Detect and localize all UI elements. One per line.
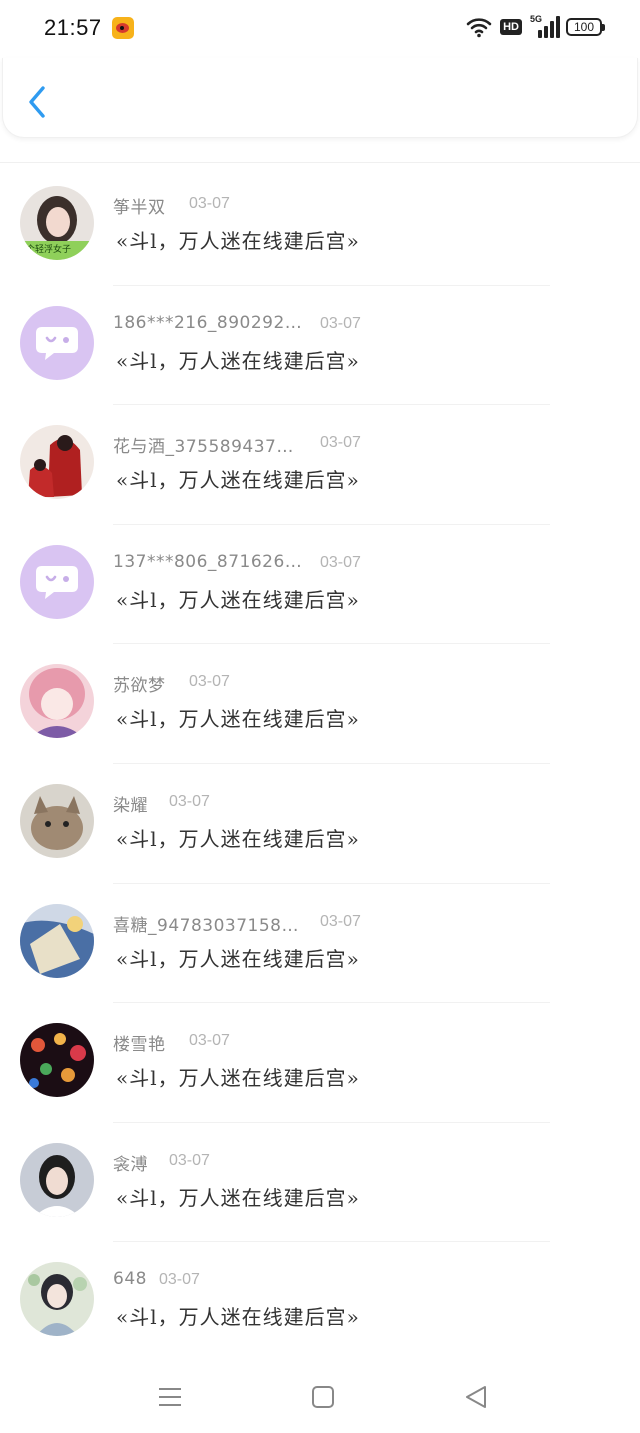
back-triangle-icon[interactable] — [461, 1382, 491, 1412]
avatar[interactable]: 个轻浮女子 — [20, 186, 94, 260]
contact-row[interactable]: 衾溥 03-07 «斗l，万人迷在线建后宫» — [0, 1123, 640, 1243]
avatar[interactable] — [20, 664, 94, 739]
contact-name: 衾溥 — [113, 1154, 148, 1175]
message-preview: «斗l，万人迷在线建后宫» — [116, 1066, 360, 1091]
message-date: 03-07 — [169, 792, 210, 810]
message-date: 03-07 — [320, 314, 361, 332]
wifi-icon — [466, 18, 492, 38]
message-preview: «斗l，万人迷在线建后宫» — [116, 348, 360, 373]
status-bar: 21:57 HD 5G 100 — [0, 0, 640, 58]
message-date: 03-07 — [189, 195, 230, 212]
chat-bubble-icon[interactable] — [20, 305, 94, 380]
message-date: 03-07 — [320, 912, 361, 930]
home-icon[interactable] — [308, 1382, 338, 1412]
message-date: 03-07 — [320, 434, 361, 452]
message-preview: «斗l，万人迷在线建后宫» — [116, 1305, 360, 1330]
signal-icon: 5G — [530, 14, 560, 38]
contact-row[interactable]: 186***216_890292… 03-07 «斗l，万人迷在线建后宫» — [0, 286, 640, 406]
message-preview: «斗l，万人迷在线建后宫» — [116, 1185, 360, 1210]
header-divider — [0, 162, 640, 163]
contact-row[interactable]: 137***806_871626… 03-07 «斗l，万人迷在线建后宫» — [0, 525, 640, 645]
contact-name: 楼雪艳 — [113, 1035, 166, 1056]
contact-row[interactable]: 花与酒_375589437… 03-07 «斗l，万人迷在线建后宫» — [0, 405, 640, 525]
contact-name: 137***806_871626… — [113, 551, 303, 572]
message-preview: «斗l，万人迷在线建后宫» — [116, 707, 360, 732]
message-date: 03-07 — [159, 1271, 200, 1289]
message-date: 03-07 — [320, 553, 361, 571]
avatar[interactable] — [20, 1262, 94, 1337]
contact-row[interactable]: 喜糖_94783037158… 03-07 «斗l，万人迷在线建后宫» — [0, 884, 640, 1004]
message-date: 03-07 — [189, 673, 230, 691]
contact-name: 染耀 — [113, 795, 148, 816]
signal-bar — [556, 16, 560, 38]
message-date: 03-07 — [169, 1151, 210, 1169]
contact-name: 648 — [113, 1269, 147, 1290]
hd-badge: HD — [500, 19, 522, 35]
message-preview: «斗l，万人迷在线建后宫» — [116, 826, 360, 851]
message-preview: «斗l，万人迷在线建后宫» — [116, 229, 360, 253]
battery-level: 100 — [573, 20, 595, 34]
message-date: 03-07 — [189, 1032, 230, 1050]
status-icons: HD 5G 100 — [466, 14, 605, 38]
contact-name: 苏欲梦 — [113, 676, 166, 697]
avatar[interactable] — [20, 783, 94, 858]
battery-icon: 100 — [566, 18, 605, 36]
navigation-bar — [0, 1360, 640, 1433]
contact-name: 喜糖_94783037158… — [113, 915, 299, 936]
contact-name: 186***216_890292… — [113, 312, 303, 333]
contact-row[interactable]: 楼雪艳 03-07 «斗l，万人迷在线建后宫» — [0, 1003, 640, 1123]
avatar[interactable] — [20, 1142, 94, 1217]
weibo-app-icon — [112, 17, 134, 39]
message-preview: «斗l，万人迷在线建后宫» — [116, 468, 360, 493]
avatar[interactable] — [20, 903, 94, 978]
contact-row[interactable]: 个轻浮女子 筝半双 03-07 «斗l，万人迷在线建后宫» — [0, 166, 640, 286]
chat-bubble-icon[interactable] — [20, 544, 94, 619]
message-preview: «斗l，万人迷在线建后宫» — [116, 946, 360, 971]
menu-icon[interactable] — [155, 1382, 185, 1412]
network-label: 5G — [530, 14, 543, 24]
back-button[interactable] — [21, 82, 55, 122]
message-preview: «斗l，万人迷在线建后宫» — [116, 587, 360, 612]
contact-name: 花与酒_375589437… — [113, 437, 294, 458]
contact-row[interactable]: 苏欲梦 03-07 «斗l，万人迷在线建后宫» — [0, 644, 640, 764]
contact-name: 筝半双 — [113, 198, 166, 218]
signal-bar — [550, 21, 554, 38]
contact-list: 个轻浮女子 筝半双 03-07 «斗l，万人迷在线建后宫» 186***216_8902… — [0, 166, 640, 1362]
top-header — [2, 58, 638, 138]
contact-row[interactable]: 648 03-07 «斗l，万人迷在线建后宫» — [0, 1242, 640, 1362]
signal-bar — [544, 26, 548, 38]
signal-bar — [538, 30, 542, 38]
avatar[interactable] — [20, 1023, 94, 1098]
avatar-badge-text: 个轻浮女子 — [26, 245, 72, 255]
contact-row[interactable]: 染耀 03-07 «斗l，万人迷在线建后宫» — [0, 764, 640, 884]
avatar[interactable] — [20, 425, 94, 500]
status-time: 21:57 — [44, 15, 102, 40]
